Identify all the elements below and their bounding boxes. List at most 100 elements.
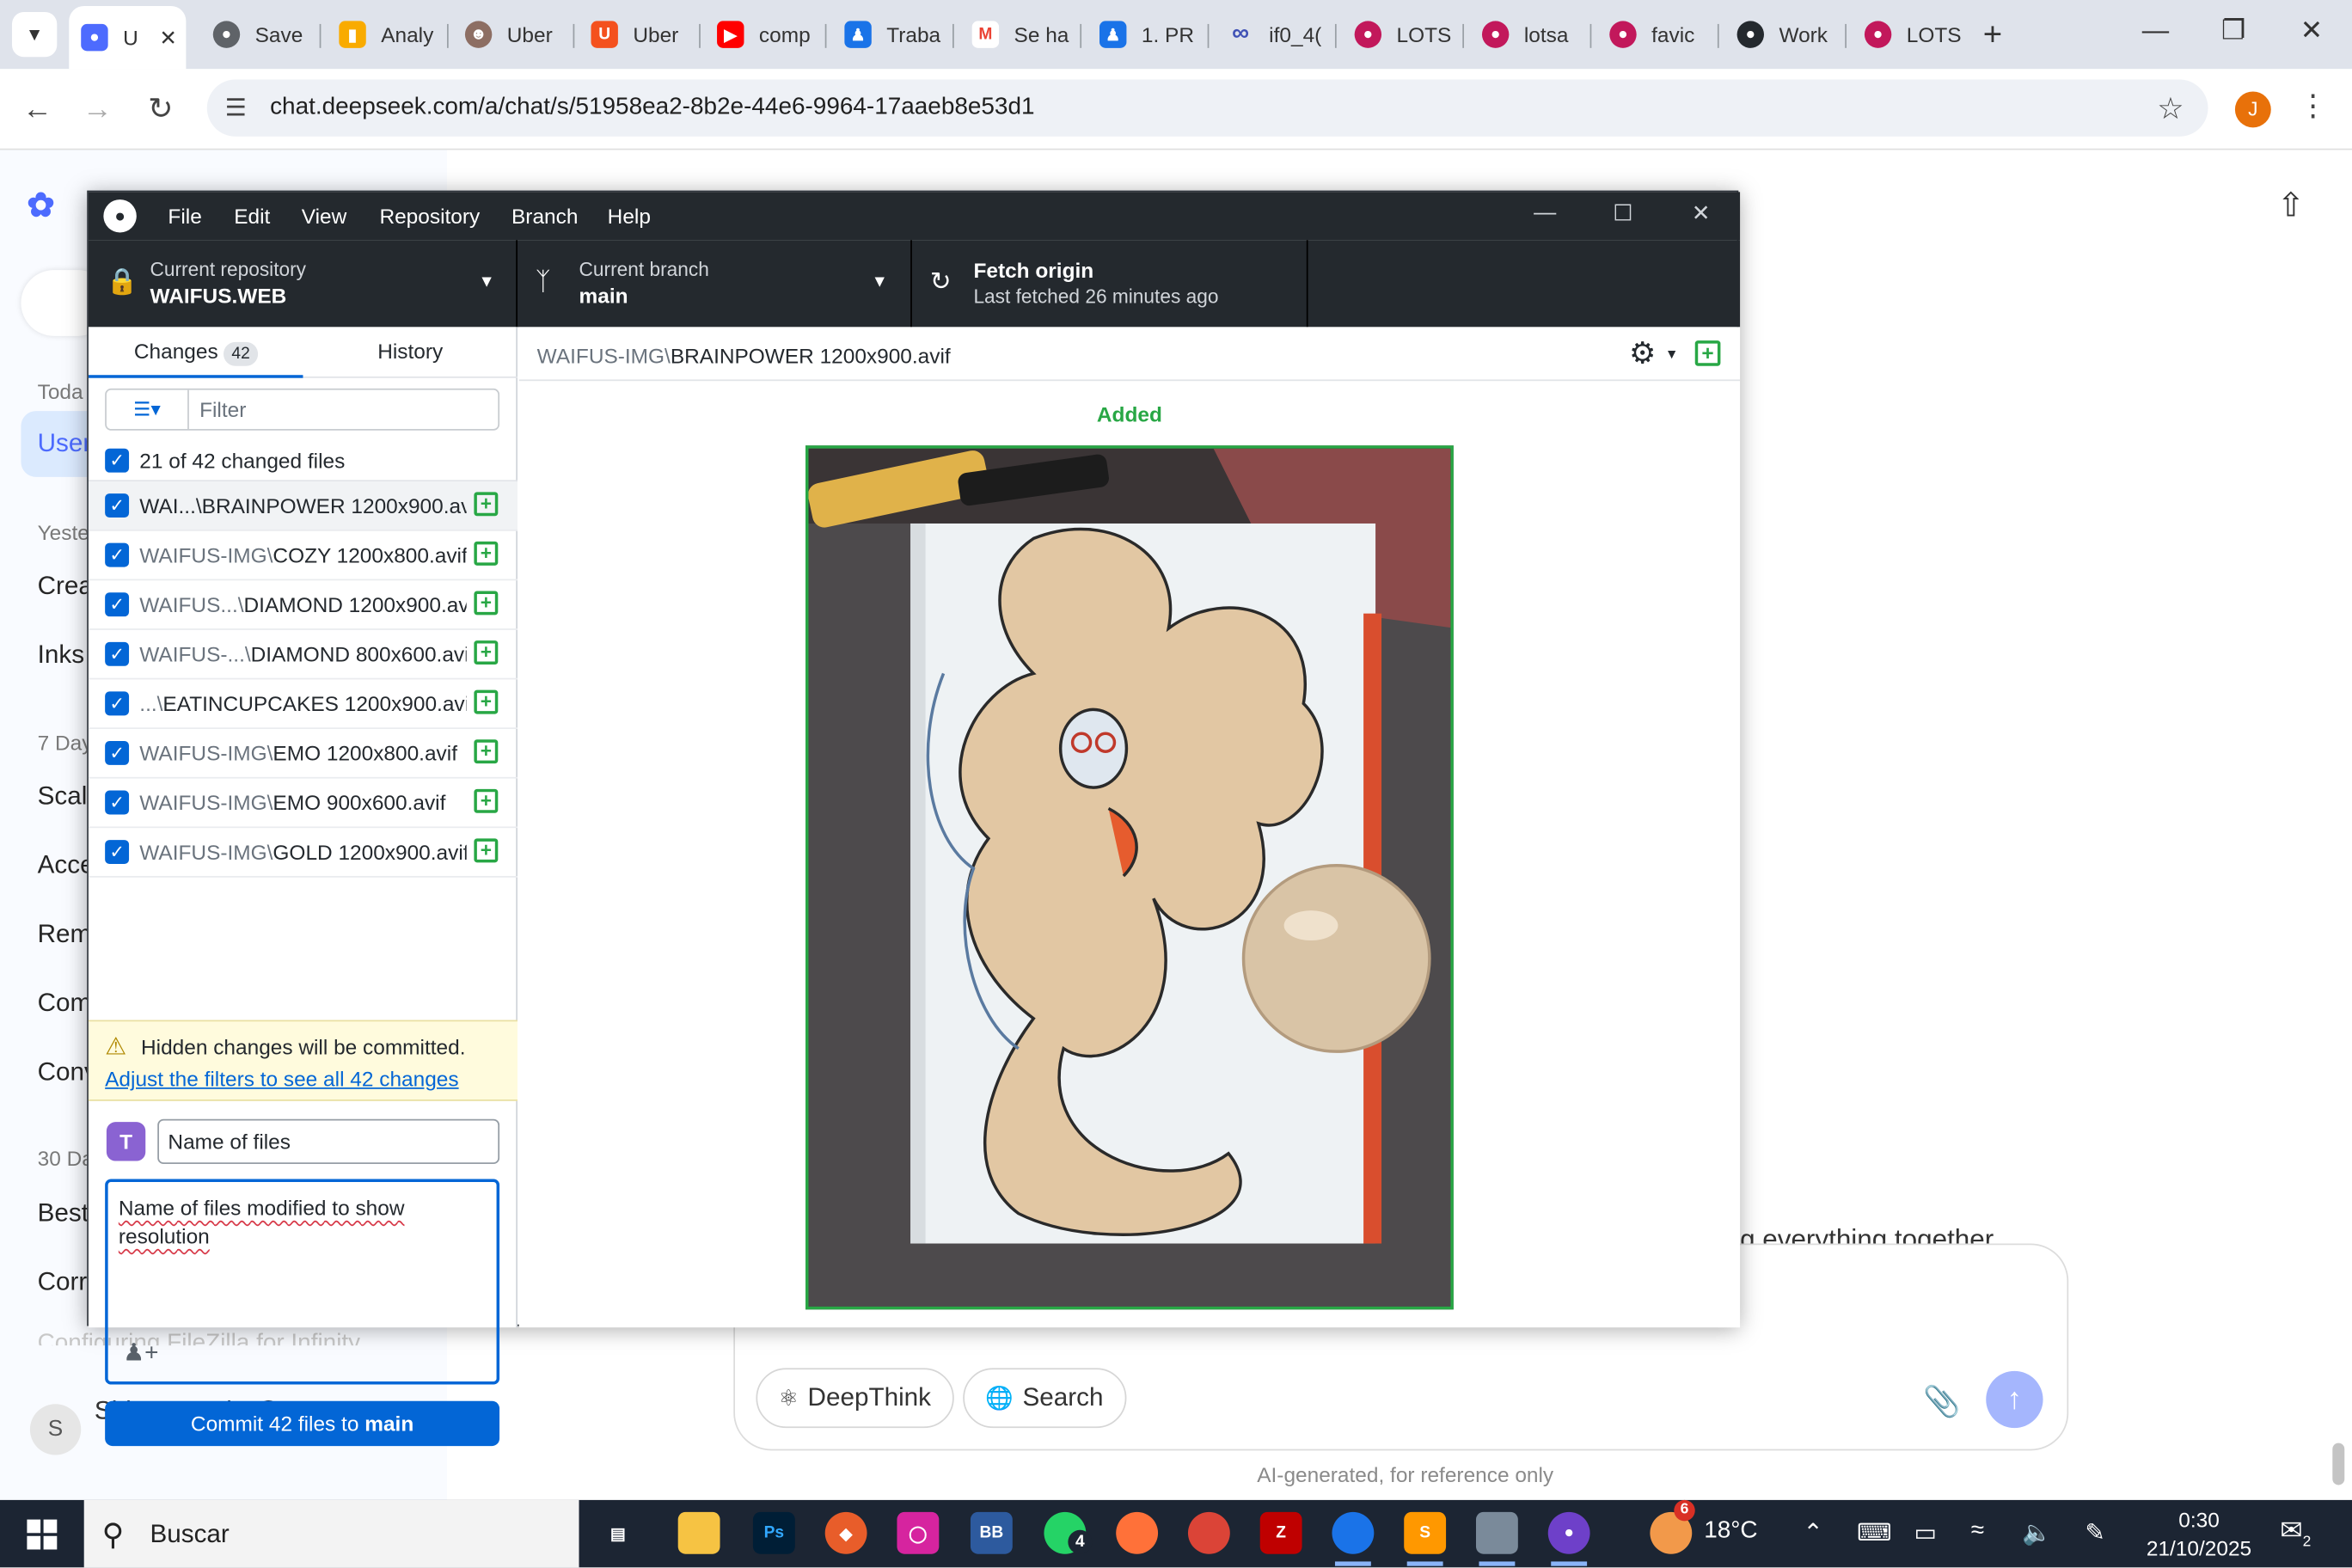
- menu-edit[interactable]: Edit: [234, 204, 270, 228]
- app-icon[interactable]: [1475, 1511, 1518, 1566]
- file-checkbox[interactable]: ✓: [105, 691, 130, 716]
- history-item[interactable]: Com: [38, 989, 92, 1019]
- tab-item[interactable]: M Se ha: [960, 9, 1081, 59]
- file-checkbox[interactable]: ✓: [105, 790, 130, 815]
- tab-search-button[interactable]: ▼: [11, 11, 58, 58]
- clock[interactable]: 0:30 21/10/2025: [2145, 1506, 2253, 1563]
- close-icon[interactable]: ✕: [159, 25, 176, 51]
- chrome-icon[interactable]: [1332, 1511, 1375, 1566]
- tab-item[interactable]: U Uber: [579, 9, 700, 59]
- current-repository-dropdown[interactable]: 🔒 Current repository WAIFUS.WEB ▼: [89, 240, 518, 328]
- kebab-menu-icon[interactable]: ⋮: [2298, 87, 2328, 125]
- tab-item[interactable]: ● favic: [1597, 9, 1718, 59]
- search-button[interactable]: 🌐 Search: [963, 1368, 1126, 1429]
- close-window-icon[interactable]: ✕: [2289, 15, 2334, 46]
- tab-item[interactable]: ☻ Uber: [453, 9, 573, 59]
- file-row[interactable]: ✓ ...\EATINCUPCAKES 1200x900.avif +: [88, 679, 518, 730]
- github-desktop-icon[interactable]: ●: [1547, 1511, 1590, 1566]
- caret-down-icon[interactable]: ▼: [1665, 346, 1679, 361]
- bookmark-star-icon[interactable]: ☆: [2157, 90, 2184, 128]
- tab-item[interactable]: ▮ Analy: [327, 9, 447, 59]
- chrome-icon[interactable]: [1187, 1511, 1230, 1554]
- history-item[interactable]: Rem: [38, 920, 92, 950]
- task-view-icon[interactable]: ▤: [597, 1512, 639, 1554]
- minimize-icon[interactable]: —: [2133, 15, 2177, 46]
- file-row[interactable]: ✓ WAI...\BRAINPOWER 1200x900.avif +: [88, 481, 518, 531]
- send-button[interactable]: ↑: [1986, 1370, 2043, 1429]
- paperclip-icon[interactable]: 📎: [1923, 1383, 1960, 1421]
- share-icon[interactable]: ⇧: [2277, 186, 2305, 224]
- history-item[interactable]: Crea: [38, 572, 93, 602]
- tab-item[interactable]: ● LOTS: [1853, 9, 1973, 59]
- language-icon[interactable]: ⌨: [1857, 1518, 1891, 1548]
- pen-icon[interactable]: ✎: [2085, 1518, 2104, 1548]
- volume-icon[interactable]: 🔈: [2022, 1518, 2052, 1548]
- file-checkbox[interactable]: ✓: [105, 542, 130, 567]
- tab-item[interactable]: ♟ 1. PR: [1087, 9, 1208, 59]
- chevron-up-icon[interactable]: ⌃: [1803, 1518, 1822, 1548]
- sublime-text-icon[interactable]: S: [1404, 1511, 1447, 1566]
- file-row[interactable]: ✓ WAIFUS-IMG\EMO 1200x800.avif +: [88, 729, 518, 779]
- minimize-icon[interactable]: —: [1522, 199, 1567, 225]
- file-checkbox[interactable]: ✓: [105, 493, 130, 518]
- notification-center-icon[interactable]: ✉2: [2280, 1515, 2311, 1550]
- windows-start-button[interactable]: [0, 1500, 84, 1568]
- restore-icon[interactable]: ❐: [2211, 15, 2256, 46]
- fetch-origin-button[interactable]: ↻ Fetch origin Last fetched 26 minutes a…: [912, 240, 1308, 328]
- commit-description-input[interactable]: Name of files modified to show resolutio…: [105, 1179, 500, 1385]
- commit-button[interactable]: Commit 42 files to main: [105, 1400, 500, 1447]
- instagram-icon[interactable]: ◯: [897, 1511, 940, 1554]
- maximize-icon[interactable]: ☐: [1601, 199, 1645, 227]
- tab-history[interactable]: History: [303, 327, 518, 377]
- deepseek-logo-icon[interactable]: ✿: [27, 186, 87, 224]
- author-avatar[interactable]: T: [106, 1122, 146, 1161]
- filter-input[interactable]: Filter: [199, 397, 246, 421]
- adjust-filters-link[interactable]: Adjust the filters to see all 42 changes: [105, 1067, 458, 1091]
- filter-options-button[interactable]: ☰▾: [107, 389, 189, 430]
- menu-view[interactable]: View: [302, 204, 347, 228]
- address-bar[interactable]: ☰ chat.deepseek.com/a/chat/s/51958ea2-8b…: [206, 79, 2208, 137]
- tab-item[interactable]: ∞ if0_4(: [1215, 9, 1335, 59]
- menu-file[interactable]: File: [168, 204, 201, 228]
- commit-summary-input[interactable]: Name of files: [157, 1118, 500, 1165]
- history-item[interactable]: Scal: [38, 781, 88, 812]
- file-row[interactable]: ✓ WAIFUS-IMG\EMO 900x600.avif +: [88, 779, 518, 829]
- file-checkbox[interactable]: ✓: [105, 740, 130, 765]
- taskbar-search[interactable]: ⚲ Buscar: [83, 1499, 579, 1568]
- back-arrow-icon[interactable]: ←: [15, 87, 59, 132]
- tab-item[interactable]: ▶ comp: [705, 9, 825, 59]
- tab-item[interactable]: ● lotsa: [1470, 9, 1590, 59]
- gear-icon[interactable]: ⚙: [1629, 334, 1656, 372]
- filezilla-icon[interactable]: Z: [1259, 1511, 1302, 1554]
- photoshop-icon[interactable]: Ps: [752, 1511, 795, 1554]
- file-explorer-icon[interactable]: [677, 1511, 720, 1554]
- menu-help[interactable]: Help: [608, 204, 651, 228]
- deepthink-button[interactable]: ⚛ DeepThink: [756, 1368, 954, 1429]
- select-all-checkbox[interactable]: ✓: [105, 448, 130, 473]
- file-checkbox[interactable]: ✓: [105, 641, 130, 666]
- current-branch-dropdown[interactable]: ᛉ Current branch main ▼: [518, 240, 912, 328]
- history-item[interactable]: Best: [38, 1198, 89, 1228]
- file-row[interactable]: ✓ WAIFUS-...\DIAMOND 800x600.avif +: [88, 630, 518, 680]
- tab-item[interactable]: ♟ Traba: [832, 9, 952, 59]
- tab-item[interactable]: ● LOTS: [1343, 9, 1463, 59]
- new-tab-button[interactable]: +: [1983, 15, 2002, 53]
- tab-changes[interactable]: Changes 42: [88, 327, 303, 378]
- profile-avatar[interactable]: J: [2234, 91, 2271, 128]
- firefox-icon[interactable]: [1116, 1511, 1159, 1554]
- reload-icon[interactable]: ↻: [138, 87, 183, 132]
- file-row[interactable]: ✓ WAIFUS...\DIAMOND 1200x900.avif +: [88, 580, 518, 630]
- history-item[interactable]: Acce: [38, 850, 95, 880]
- history-item[interactable]: Corr: [38, 1267, 88, 1297]
- file-row[interactable]: ✓ WAIFUS-IMG\COZY 1200x800.avif +: [88, 531, 518, 581]
- tab-item[interactable]: ● Work: [1725, 9, 1846, 59]
- weather-icon[interactable]: 6: [1650, 1499, 1695, 1554]
- forward-arrow-icon[interactable]: →: [75, 87, 119, 132]
- wifi-icon[interactable]: ≈: [1971, 1518, 1984, 1545]
- menu-branch[interactable]: Branch: [511, 204, 578, 228]
- site-settings-icon[interactable]: ☰: [225, 93, 247, 123]
- pso-bb-icon[interactable]: BB: [970, 1511, 1013, 1554]
- close-icon[interactable]: ✕: [1679, 199, 1724, 227]
- history-item[interactable]: Inks: [38, 640, 84, 671]
- file-checkbox[interactable]: ✓: [105, 840, 130, 865]
